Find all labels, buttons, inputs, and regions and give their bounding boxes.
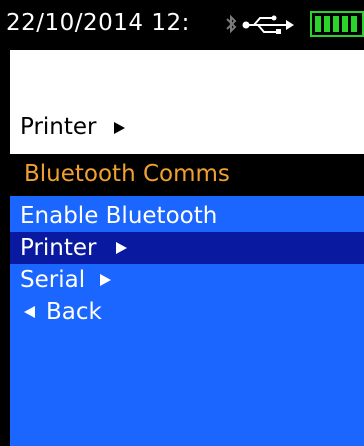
breadcrumb-label: Printer <box>20 114 97 140</box>
menu-item-label: Enable Bluetooth <box>20 203 218 229</box>
arrow-right-icon <box>100 274 111 286</box>
device-screen: 22/10/2014 12: Printer Bluetooth Comms E… <box>0 0 364 446</box>
usb-icon <box>242 14 294 40</box>
status-bar: 22/10/2014 12: <box>0 0 364 50</box>
menu-item-label: Serial <box>20 267 86 293</box>
menu-panel: Enable Bluetooth Printer Serial Back <box>10 196 364 446</box>
battery-icon <box>310 11 364 41</box>
menu-item-serial[interactable]: Serial <box>10 264 364 296</box>
menu-item-label: Back <box>46 299 102 325</box>
arrow-right-icon <box>113 121 125 134</box>
breadcrumb: Printer <box>20 112 125 142</box>
menu-item-back[interactable]: Back <box>10 296 364 328</box>
menu-item-enable-bluetooth[interactable]: Enable Bluetooth <box>10 200 364 232</box>
menu-title-bar: Bluetooth Comms <box>10 154 364 196</box>
status-datetime: 22/10/2014 12: <box>6 10 190 36</box>
menu-title: Bluetooth Comms <box>24 161 230 187</box>
bluetooth-icon <box>225 13 237 39</box>
menu-item-printer[interactable]: Printer <box>10 232 364 264</box>
menu-item-label: Printer <box>20 235 97 261</box>
arrow-right-icon <box>116 242 127 254</box>
arrow-left-icon <box>24 306 35 318</box>
